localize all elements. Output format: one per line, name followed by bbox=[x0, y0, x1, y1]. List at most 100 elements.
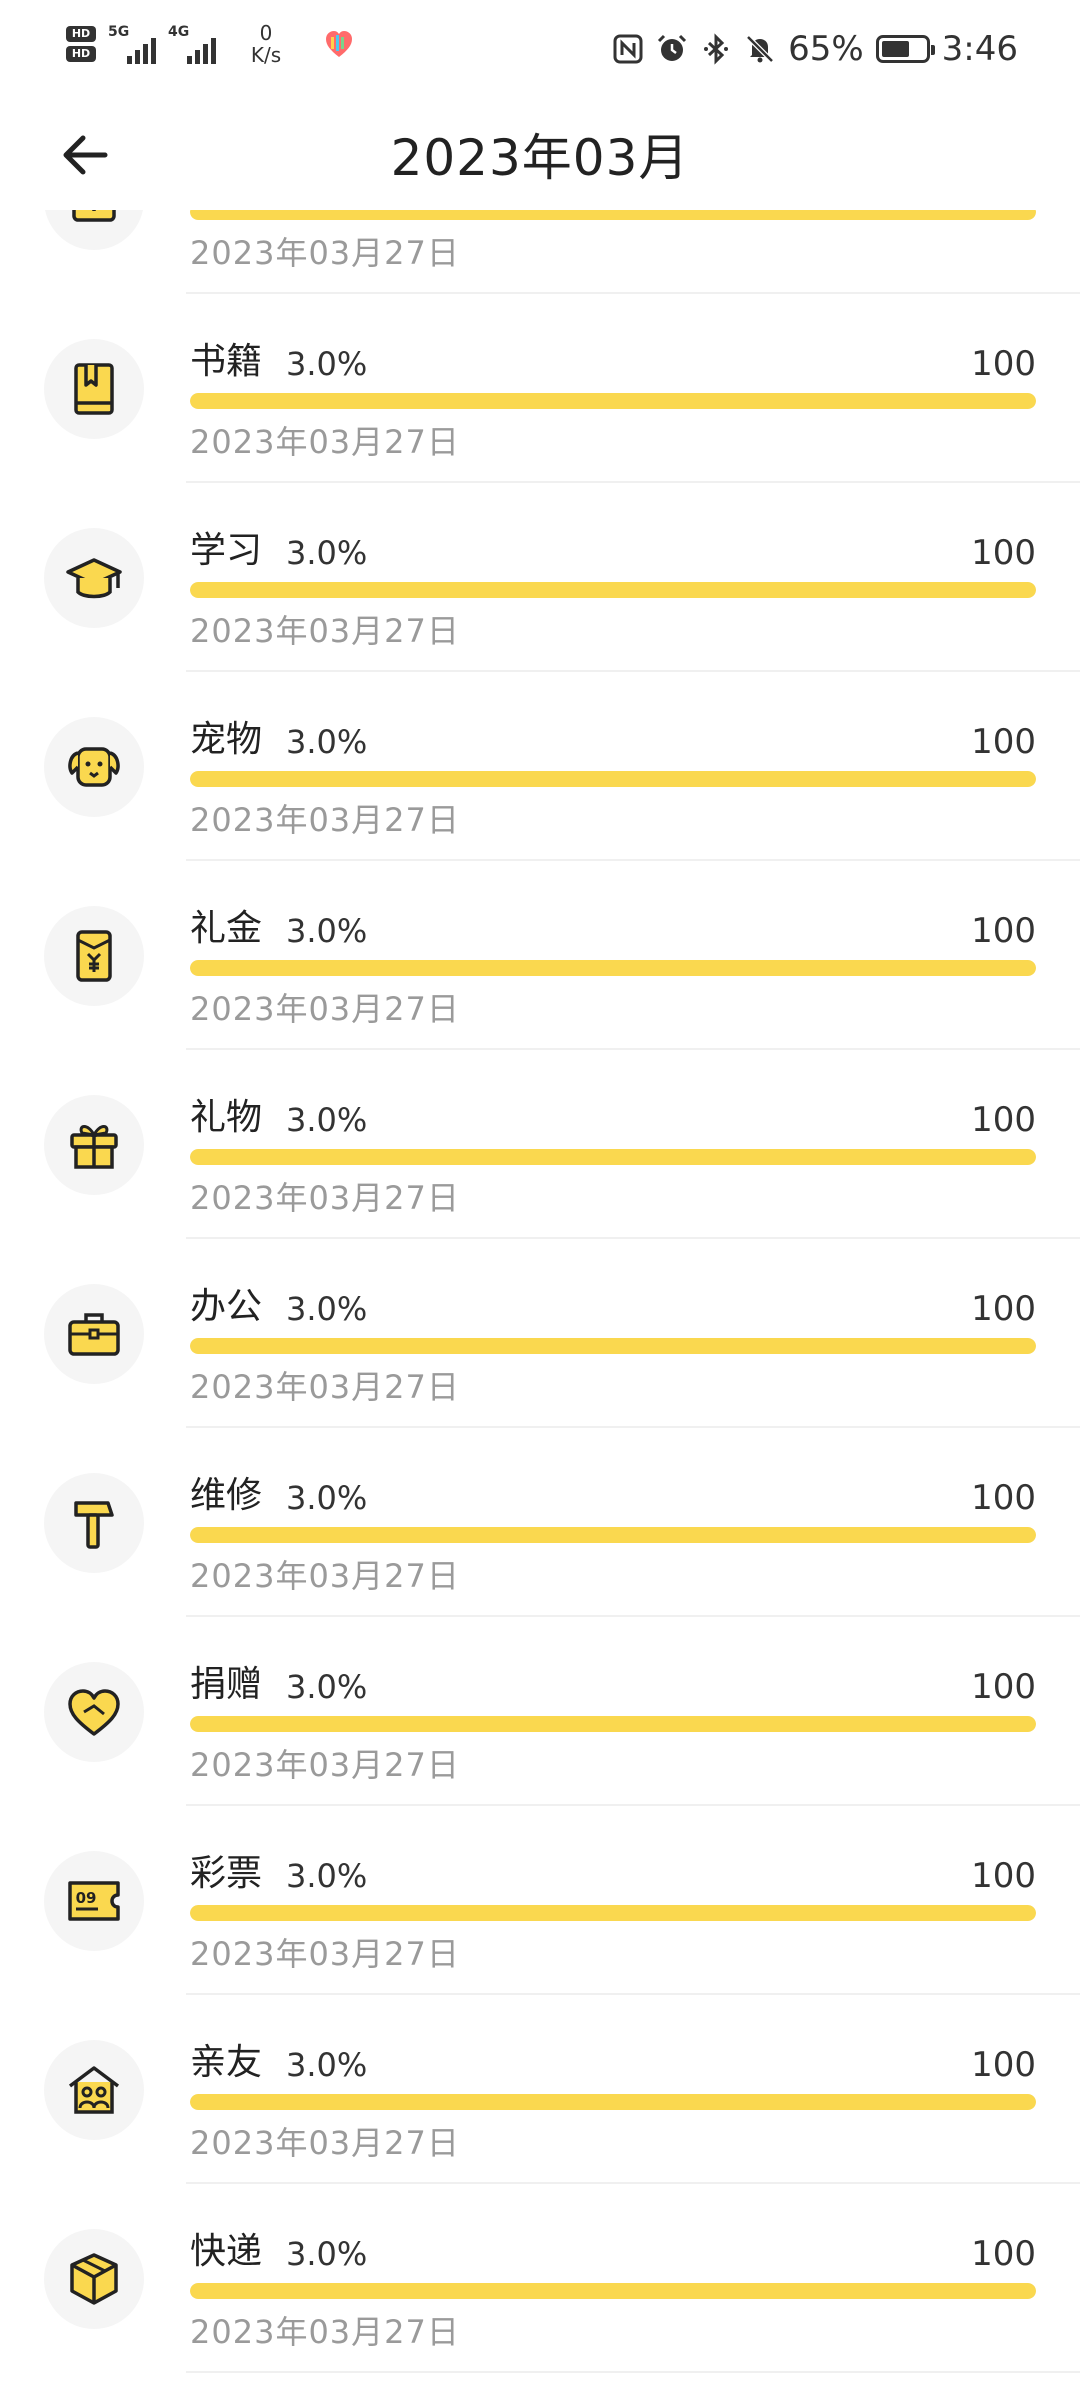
signal-4g-icon: 4G bbox=[168, 24, 216, 64]
progress-bar bbox=[190, 1905, 1036, 1921]
progress-bar-fill bbox=[190, 771, 1036, 787]
category-percent: 3.0% bbox=[286, 2235, 368, 2273]
network-speed-unit: K/s bbox=[250, 43, 282, 67]
category-name: 捐赠 bbox=[190, 1664, 263, 1705]
progress-bar bbox=[190, 210, 1036, 220]
category-percent: 3.0% bbox=[286, 1101, 368, 1139]
progress-bar-fill bbox=[190, 1527, 1036, 1543]
progress-bar-fill bbox=[190, 1149, 1036, 1165]
category-icon-circle bbox=[44, 1095, 144, 1195]
category-icon-circle bbox=[44, 1284, 144, 1384]
signal-5g-icon: 5G bbox=[108, 24, 156, 64]
mute-bell-icon bbox=[746, 35, 774, 63]
category-date: 2023年03月27日 bbox=[190, 2313, 460, 2351]
bluetooth-icon bbox=[704, 33, 729, 65]
alarm-icon bbox=[658, 34, 687, 61]
category-name: 书籍 bbox=[190, 341, 263, 382]
list-item-亲友[interactable]: 亲友 3.0% 100 2023年03月27日 bbox=[0, 1995, 1080, 2184]
category-date: 2023年03月27日 bbox=[190, 1746, 460, 1784]
category-percent: 3.0% bbox=[286, 534, 368, 572]
progress-bar-fill bbox=[190, 582, 1036, 598]
category-icon-circle bbox=[44, 717, 144, 817]
category-amount: 100 bbox=[971, 1478, 1036, 1518]
progress-bar-fill bbox=[190, 2283, 1036, 2299]
briefcase-icon bbox=[68, 1313, 120, 1356]
list-item-宠物[interactable]: 宠物 3.0% 100 2023年03月27日 bbox=[0, 672, 1080, 861]
list-item-彩票[interactable]: 09 彩票 3.0% 100 2023年03月27日 bbox=[0, 1806, 1080, 1995]
category-icon-circle bbox=[44, 2040, 144, 2140]
category-icon-circle: 09 bbox=[44, 1851, 144, 1951]
category-amount: 100 bbox=[971, 722, 1036, 762]
category-percent: 3.0% bbox=[286, 1668, 368, 1706]
list-item-学习[interactable]: 学习 3.0% 100 2023年03月27日 bbox=[0, 483, 1080, 672]
lottery-ticket-icon: 09 bbox=[68, 1881, 120, 1921]
category-date: 2023年03月27日 bbox=[190, 801, 460, 839]
category-icon-circle bbox=[44, 1473, 144, 1573]
battery-percent: 65% bbox=[788, 29, 864, 69]
progress-bar bbox=[190, 393, 1036, 409]
book-icon bbox=[74, 363, 114, 415]
progress-bar bbox=[190, 1338, 1036, 1354]
hd-icon: HD bbox=[66, 26, 96, 42]
nfc-icon bbox=[613, 34, 643, 64]
category-name: 礼金 bbox=[190, 908, 263, 949]
list-item-礼金[interactable]: 礼金 3.0% 100 2023年03月27日 bbox=[0, 861, 1080, 1050]
network-speed: 0 K/s bbox=[238, 22, 294, 66]
category-amount: 100 bbox=[971, 533, 1036, 573]
category-icon-circle bbox=[44, 528, 144, 628]
lottery-ticket-number: 09 bbox=[76, 1889, 97, 1907]
list-item-捐赠[interactable]: 捐赠 3.0% 100 2023年03月27日 bbox=[0, 1617, 1080, 1806]
progress-bar bbox=[190, 771, 1036, 787]
category-date: 2023年03月27日 bbox=[190, 612, 460, 650]
package-box-icon bbox=[70, 2253, 118, 2305]
progress-bar bbox=[190, 2094, 1036, 2110]
battery-level bbox=[881, 41, 909, 57]
category-list[interactable]: 2023年03月27日 书籍 3.0% 100 2023年03月27日 学习 3… bbox=[0, 210, 1080, 2400]
category-amount: 100 bbox=[971, 1289, 1036, 1329]
progress-bar bbox=[190, 1149, 1036, 1165]
category-amount: 100 bbox=[971, 1100, 1036, 1140]
category-percent: 3.0% bbox=[286, 723, 368, 761]
progress-bar-fill bbox=[190, 1716, 1036, 1732]
medical-kit-icon bbox=[72, 210, 116, 222]
battery-icon bbox=[875, 35, 935, 63]
red-envelope-icon bbox=[76, 930, 112, 982]
category-name: 彩票 bbox=[190, 1853, 263, 1894]
list-item-维修[interactable]: 维修 3.0% 100 2023年03月27日 bbox=[0, 1428, 1080, 1617]
progress-bar-fill bbox=[190, 1905, 1036, 1921]
hd-icon: HD bbox=[66, 46, 96, 62]
app-notification-icon bbox=[326, 31, 352, 57]
progress-bar bbox=[190, 1716, 1036, 1732]
category-icon-circle bbox=[44, 2229, 144, 2329]
progress-bar bbox=[190, 582, 1036, 598]
category-icon-circle bbox=[44, 906, 144, 1006]
category-percent: 3.0% bbox=[286, 2046, 368, 2084]
list-item-快递[interactable]: 快递 3.0% 100 2023年03月27日 bbox=[0, 2184, 1080, 2373]
list-item-礼物[interactable]: 礼物 3.0% 100 2023年03月27日 bbox=[0, 1050, 1080, 1239]
progress-bar bbox=[190, 960, 1036, 976]
category-name: 宠物 bbox=[190, 719, 263, 760]
category-amount: 100 bbox=[971, 2234, 1036, 2274]
category-name: 办公 bbox=[190, 1286, 263, 1327]
progress-bar bbox=[190, 1527, 1036, 1543]
progress-bar-fill bbox=[190, 2094, 1036, 2110]
page-title: 2023年03月 bbox=[390, 129, 690, 187]
status-bar: HD HD 5G 4G 0 K/s 65% 3:46 bbox=[0, 0, 1080, 100]
list-item-书籍[interactable]: 书籍 3.0% 100 2023年03月27日 bbox=[0, 294, 1080, 483]
hammer-icon bbox=[74, 1501, 114, 1549]
category-amount: 100 bbox=[971, 2045, 1036, 2085]
category-percent: 3.0% bbox=[286, 345, 368, 383]
heart-icon bbox=[68, 1689, 120, 1736]
list-item-top[interactable]: 2023年03月27日 bbox=[0, 210, 1080, 294]
family-house-icon bbox=[68, 2066, 120, 2114]
list-item-办公[interactable]: 办公 3.0% 100 2023年03月27日 bbox=[0, 1239, 1080, 1428]
category-percent: 3.0% bbox=[286, 1290, 368, 1328]
category-percent: 3.0% bbox=[286, 1479, 368, 1517]
category-name: 学习 bbox=[190, 530, 263, 571]
progress-bar-fill bbox=[190, 393, 1036, 409]
category-icon-circle bbox=[44, 1662, 144, 1762]
category-percent: 3.0% bbox=[286, 1857, 368, 1895]
status-bar-right: 65% 3:46 bbox=[612, 26, 1018, 72]
category-date: 2023年03月27日 bbox=[190, 1557, 460, 1595]
category-name: 维修 bbox=[190, 1475, 263, 1516]
